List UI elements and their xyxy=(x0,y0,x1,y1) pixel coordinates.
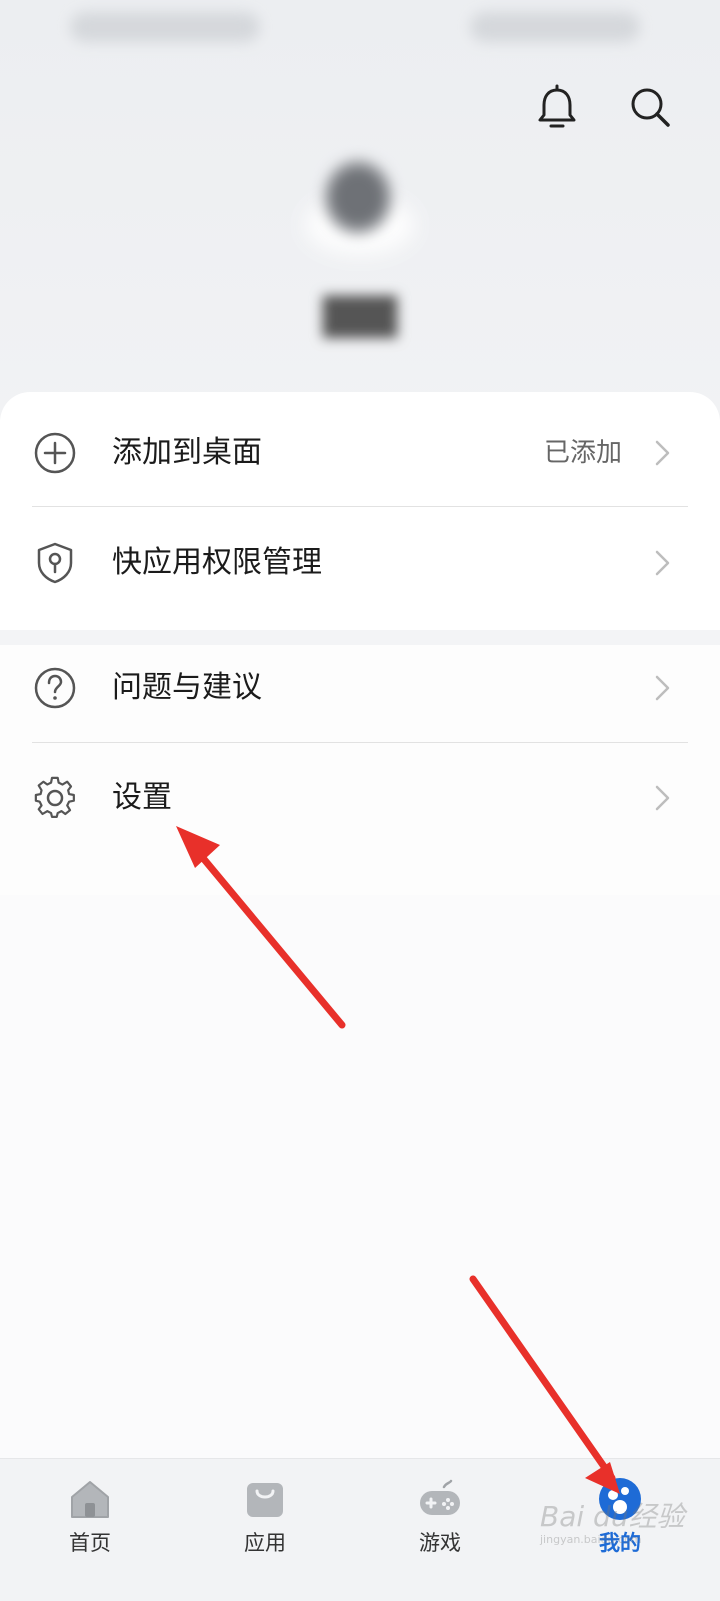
chevron-right-icon xyxy=(655,550,670,576)
search-icon[interactable] xyxy=(625,82,675,132)
menu-item-value: 已添加 xyxy=(543,438,622,468)
shield-key-icon xyxy=(37,542,73,584)
tab-home[interactable]: 首页 xyxy=(0,1459,180,1601)
tab-apps[interactable]: 应用 xyxy=(175,1459,355,1601)
divider xyxy=(32,506,688,507)
chevron-right-icon xyxy=(655,440,670,466)
menu-item-settings[interactable]: 设置 xyxy=(0,743,720,853)
question-circle-icon xyxy=(34,667,76,709)
bottom-nav: 首页 应用 游戏 我的 xyxy=(0,1458,720,1601)
username-blurred: ▆▆ xyxy=(323,282,397,338)
status-bar-right xyxy=(470,12,640,42)
profile-header: ▆▆ xyxy=(0,0,720,420)
avatar-image xyxy=(322,158,394,236)
menu-item-label: 添加到桌面 xyxy=(112,435,262,470)
profile-icon xyxy=(599,1478,641,1520)
tab-label: 应用 xyxy=(244,1531,286,1555)
menu-card-1: 添加到桌面 已添加 快应用权限管理 xyxy=(0,392,720,630)
avatar[interactable] xyxy=(300,150,420,270)
tab-label: 首页 xyxy=(69,1531,111,1555)
add-circle-icon xyxy=(34,432,76,474)
gear-icon xyxy=(34,776,75,818)
tab-label: 游戏 xyxy=(419,1531,461,1555)
menu-item-feedback[interactable]: 问题与建议 xyxy=(0,633,720,743)
chevron-right-icon xyxy=(655,675,670,701)
tab-games[interactable]: 游戏 xyxy=(350,1459,530,1601)
menu-item-label: 问题与建议 xyxy=(112,670,262,705)
menu-item-add-to-desktop[interactable]: 添加到桌面 已添加 xyxy=(0,398,720,508)
menu-item-label: 设置 xyxy=(112,780,172,815)
gamepad-icon xyxy=(420,1479,460,1515)
menu-item-label: 快应用权限管理 xyxy=(112,545,322,580)
tab-label: 我的 xyxy=(599,1531,641,1555)
menu-item-permission-management[interactable]: 快应用权限管理 xyxy=(0,508,720,618)
bell-icon[interactable] xyxy=(532,82,582,132)
tab-mine[interactable]: 我的 xyxy=(530,1459,710,1601)
shopping-bag-icon xyxy=(247,1483,283,1517)
chevron-right-icon xyxy=(655,785,670,811)
home-icon xyxy=(71,1481,109,1518)
menu-card-2: 问题与建议 设置 xyxy=(0,645,720,895)
status-bar-left xyxy=(70,12,260,42)
